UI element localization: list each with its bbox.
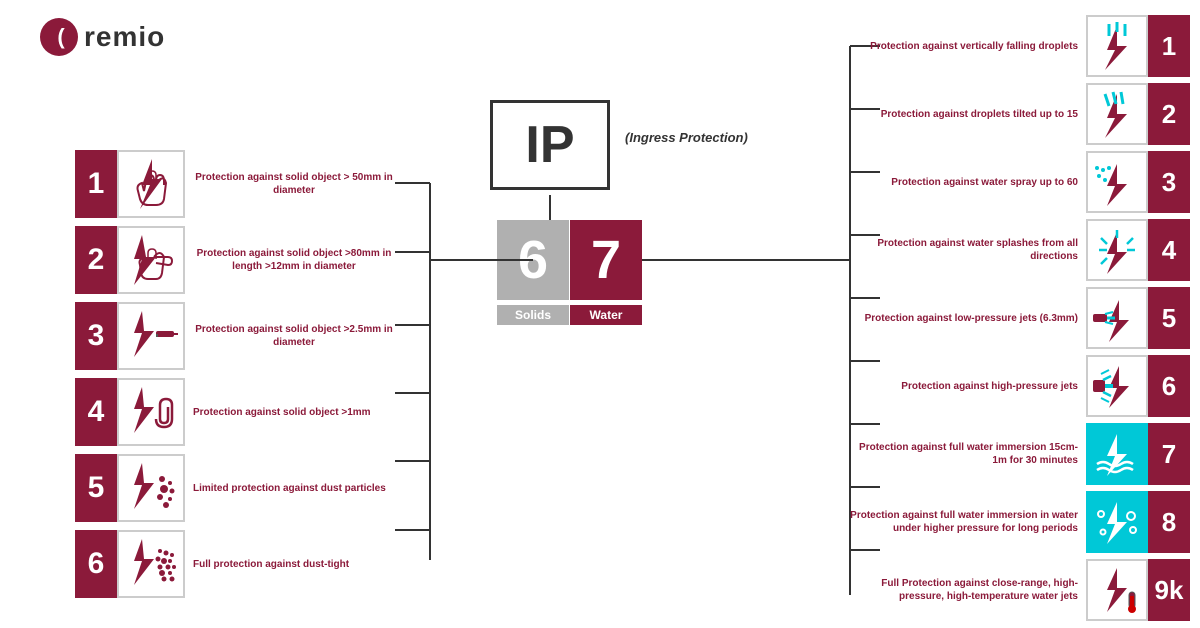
left-item-6: 6 Full protection against dust-tight: [75, 530, 395, 598]
left-desc-1: Protection against solid object > 50mm i…: [185, 171, 395, 197]
logo-icon: (: [40, 18, 78, 56]
left-icon-2: [117, 226, 185, 294]
left-icon-1: [117, 150, 185, 218]
right-number-3: 3: [1148, 151, 1190, 213]
left-number-2: 2: [75, 226, 117, 294]
right-icon-8: [1086, 491, 1148, 553]
left-item-4: 4 Protection against solid object >1mm: [75, 378, 395, 446]
right-icon-7: [1086, 423, 1148, 485]
left-panel: 1 Protection against solid object > 50mm…: [75, 150, 395, 606]
right-number-7: 7: [1148, 423, 1190, 485]
right-item-6: Protection against high-pressure jets 6: [850, 355, 1190, 417]
digit-7-box: 7: [570, 220, 642, 300]
right-number-8: 8: [1148, 491, 1190, 553]
left-item-5: 5 Limited protection against dust partic…: [75, 454, 395, 522]
right-item-1: Protection against vertically falling dr…: [850, 15, 1190, 77]
right-item-8: Protection against full water immersion …: [850, 491, 1190, 553]
right-desc-2: Protection against droplets tilted up to…: [850, 108, 1086, 121]
right-item-7: Protection against full water immersion …: [850, 423, 1190, 485]
right-item-9k: Full Protection against close-range, hig…: [850, 559, 1190, 621]
right-desc-4: Protection against water splashes from a…: [850, 237, 1086, 263]
right-icon-3: [1086, 151, 1148, 213]
right-icon-9k: [1086, 559, 1148, 621]
left-number-4: 4: [75, 378, 117, 446]
left-desc-5: Limited protection against dust particle…: [185, 482, 386, 495]
right-number-6: 6: [1148, 355, 1190, 417]
right-desc-9k: Full Protection against close-range, hig…: [850, 577, 1086, 603]
ip-box: IP: [490, 100, 610, 190]
right-item-2: Protection against droplets tilted up to…: [850, 83, 1190, 145]
right-icon-2: [1086, 83, 1148, 145]
right-desc-8: Protection against full water immersion …: [850, 509, 1086, 535]
left-number-5: 5: [75, 454, 117, 522]
ip-text: IP: [525, 115, 574, 175]
right-icon-5: [1086, 287, 1148, 349]
left-icon-3: [117, 302, 185, 370]
left-item-2: 2 Protection against solid object >80mm …: [75, 226, 395, 294]
left-icon-5: [117, 454, 185, 522]
left-icon-4: [117, 378, 185, 446]
right-desc-6: Protection against high-pressure jets: [850, 380, 1086, 393]
solids-label: Solids: [497, 305, 569, 325]
right-desc-1: Protection against vertically falling dr…: [850, 40, 1086, 53]
right-desc-3: Protection against water spray up to 60: [850, 176, 1086, 189]
left-number-3: 3: [75, 302, 117, 370]
ingress-label: (Ingress Protection): [625, 130, 748, 145]
right-desc-5: Protection against low-pressure jets (6.…: [850, 312, 1086, 325]
water-label: Water: [570, 305, 642, 325]
left-item-1: 1 Protection against solid object > 50mm…: [75, 150, 395, 218]
right-item-5: Protection against low-pressure jets (6.…: [850, 287, 1190, 349]
right-panel: Protection against vertically falling dr…: [850, 15, 1190, 627]
right-icon-1: [1086, 15, 1148, 77]
left-desc-4: Protection against solid object >1mm: [185, 406, 371, 419]
left-desc-6: Full protection against dust-tight: [185, 558, 349, 571]
right-number-2: 2: [1148, 83, 1190, 145]
digit-7: 7: [591, 229, 621, 291]
right-icon-6: [1086, 355, 1148, 417]
right-item-3: Protection against water spray up to 60 …: [850, 151, 1190, 213]
right-desc-7: Protection against full water immersion …: [850, 441, 1086, 467]
digit-6-box: 6: [497, 220, 569, 300]
left-icon-6: [117, 530, 185, 598]
right-icon-4: [1086, 219, 1148, 281]
right-number-1: 1: [1148, 15, 1190, 77]
right-item-4: Protection against water splashes from a…: [850, 219, 1190, 281]
right-number-5: 5: [1148, 287, 1190, 349]
left-number-6: 6: [75, 530, 117, 598]
left-item-3: 3 Protection against solid object >2.5mm…: [75, 302, 395, 370]
digit-6: 6: [518, 229, 548, 291]
logo-bracket: (: [57, 24, 64, 50]
left-desc-2: Protection against solid object >80mm in…: [185, 247, 395, 273]
logo-text: remio: [84, 21, 165, 53]
left-desc-3: Protection against solid object >2.5mm i…: [185, 323, 395, 349]
right-number-4: 4: [1148, 219, 1190, 281]
right-number-9k: 9k: [1148, 559, 1190, 621]
logo: ( remio: [40, 18, 165, 56]
left-number-1: 1: [75, 150, 117, 218]
